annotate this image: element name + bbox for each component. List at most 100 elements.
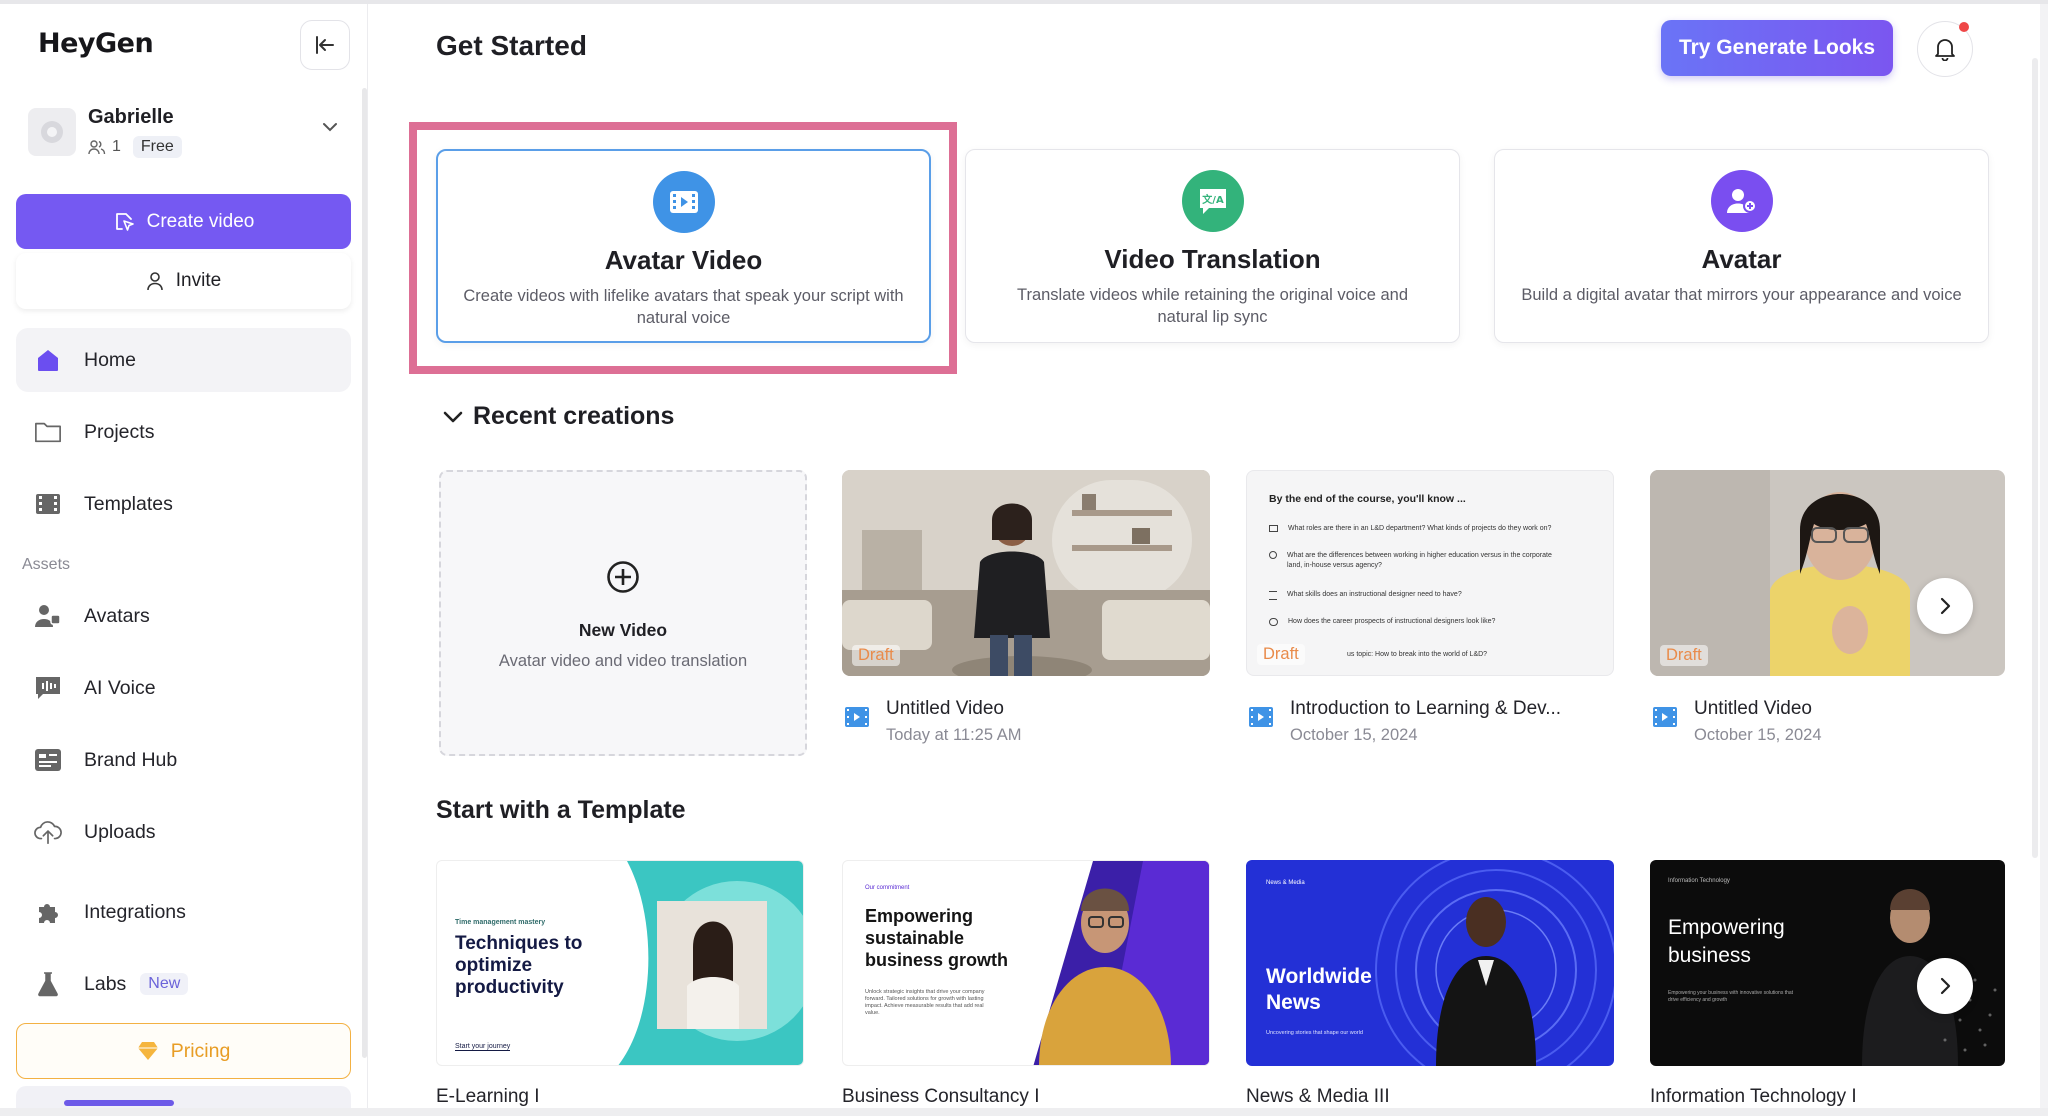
user-meta: 1 Free: [88, 136, 182, 158]
feature-description: Build a digital avatar that mirrors your…: [1521, 286, 1962, 304]
video-thumbnail[interactable]: By the end of the course, you'll know ..…: [1246, 470, 1614, 676]
sidebar-item-brand-hub[interactable]: Brand Hub: [16, 728, 351, 792]
pricing-button[interactable]: Pricing: [16, 1023, 351, 1079]
svg-text:文/A: 文/A: [1202, 193, 1224, 206]
sidebar-item-labs[interactable]: Labs New: [16, 952, 351, 1016]
feature-description: Create videos with lifelike avatars that…: [463, 287, 904, 327]
video-thumbnail[interactable]: Draft: [842, 470, 1210, 676]
sidebar-item-label: Avatars: [84, 604, 150, 627]
slide-line: What are the differences between working…: [1269, 551, 1567, 571]
heygen-logo[interactable]: HeyGen: [38, 28, 154, 59]
sidebar-scrollbar[interactable]: [362, 88, 367, 1058]
template-headline: Empowering sustainable business growth: [865, 906, 1009, 970]
invite-button[interactable]: Invite: [16, 253, 351, 309]
flask-icon: [34, 970, 62, 998]
pricing-label: Pricing: [170, 1039, 231, 1062]
diamond-icon: [137, 1042, 158, 1060]
main-scrollbar[interactable]: [2032, 58, 2038, 858]
collapse-sidebar-button[interactable]: [300, 20, 350, 70]
plan-badge: Free: [132, 136, 182, 158]
sidebar-item-projects[interactable]: Projects: [16, 400, 351, 464]
cursor-icon: [115, 212, 134, 231]
new-badge: New: [140, 973, 189, 995]
translate-icon: 文/A: [1181, 170, 1244, 232]
recent-next-button[interactable]: [1917, 578, 1973, 634]
template-thumbnail[interactable]: Time management mastery Techniques to op…: [436, 860, 804, 1066]
template-card-e-learning[interactable]: Time management mastery Techniques to op…: [436, 860, 804, 1108]
feature-title: Video Translation: [1104, 244, 1321, 274]
template-name: Information Technology I: [1650, 1086, 1857, 1107]
template-thumbnail[interactable]: News & Media Worldwide News Uncovering s…: [1246, 860, 1614, 1066]
recent-creations-toggle[interactable]: Recent creations: [443, 402, 674, 431]
chevron-down-icon: [323, 123, 337, 132]
template-card-business-consultancy[interactable]: Our commitment Empowering sustainable bu…: [842, 860, 1210, 1108]
draft-badge: Draft: [852, 645, 900, 666]
sidebar-item-ai-voice[interactable]: AI Voice: [16, 656, 351, 720]
avatar: [28, 108, 76, 156]
member-count: 1: [112, 138, 121, 155]
slide-line: How does the career prospects of instruc…: [1269, 618, 1495, 626]
template-footer: Uncovering stories that shape our world: [1266, 1030, 1363, 1036]
template-thumbnail[interactable]: Our commitment Empowering sustainable bu…: [842, 860, 1210, 1066]
sidebar: HeyGen Gabrielle 1 Free Create video Inv…: [0, 0, 368, 1116]
feature-title: Avatar Video: [604, 245, 763, 275]
template-card-news-media[interactable]: News & Media Worldwide News Uncovering s…: [1246, 860, 1614, 1108]
sidebar-item-label: Projects: [84, 420, 155, 443]
create-video-button[interactable]: Create video: [16, 194, 351, 249]
chevron-right-icon: [1940, 977, 1951, 995]
recent-title: Untitled Video: [1694, 698, 1812, 719]
sidebar-item-avatars[interactable]: Avatars: [16, 584, 351, 648]
person-icon: [146, 272, 163, 291]
template-kicker: Information Technology: [1668, 878, 1730, 884]
feature-title: Avatar: [1701, 244, 1782, 274]
chevron-right-icon: [1940, 597, 1951, 615]
plus-circle-icon: [607, 561, 639, 593]
try-generate-looks-button[interactable]: Try Generate Looks: [1661, 20, 1893, 76]
notification-dot: [1959, 22, 1969, 32]
template-kicker: News & Media: [1266, 880, 1305, 886]
sidebar-item-integrations[interactable]: Integrations: [16, 880, 351, 944]
slide-heading: By the end of the course, you'll know ..…: [1269, 493, 1466, 505]
new-video-card[interactable]: New Video Avatar video and video transla…: [439, 470, 807, 756]
workspace-switcher[interactable]: Gabrielle 1 Free: [28, 100, 346, 164]
recent-item[interactable]: By the end of the course, you'll know ..…: [1246, 470, 1614, 746]
draft-badge: Draft: [1660, 645, 1708, 666]
template-kicker: Our commitment: [865, 885, 910, 891]
recent-title: Introduction to Learning & Dev...: [1290, 698, 1562, 719]
avatar-video-card[interactable]: Avatar Video Create videos with lifelike…: [436, 149, 931, 343]
sidebar-item-label: Templates: [84, 492, 173, 515]
avatar-placeholder-icon: [41, 121, 63, 143]
templates-next-button[interactable]: [1917, 958, 1973, 1014]
video-translation-card[interactable]: 文/A Video Translation Translate videos w…: [965, 149, 1460, 343]
slide-line: What skills does an instructional design…: [1269, 591, 1462, 600]
recent-date: October 15, 2024: [1694, 726, 1822, 744]
template-headline: Empowering business: [1668, 916, 1785, 967]
cloud-upload-icon: [34, 818, 62, 846]
sidebar-item-templates[interactable]: Templates: [16, 472, 351, 536]
video-thumbnail[interactable]: Draft: [1650, 470, 2005, 676]
sidebar-item-label: Labs: [84, 972, 127, 995]
window-bottom-edge: [0, 1108, 2048, 1116]
sidebar-item-label: Home: [84, 348, 137, 371]
template-section-heading: Start with a Template: [436, 796, 686, 825]
create-video-label: Create video: [146, 210, 255, 232]
recent-date: Today at 11:25 AM: [886, 726, 1022, 744]
template-name: News & Media III: [1246, 1086, 1390, 1107]
folder-icon: [34, 418, 62, 446]
sidebar-item-label: Brand Hub: [84, 748, 178, 771]
avatar-card[interactable]: Avatar Build a digital avatar that mirro…: [1494, 149, 1989, 343]
draft-badge: Draft: [1257, 644, 1305, 665]
puzzle-icon: [34, 898, 62, 926]
recent-item[interactable]: Draft Untitled Video Today at 11:25 AM: [842, 470, 1210, 746]
template-kicker: Time management mastery: [455, 919, 546, 926]
sidebar-item-uploads[interactable]: Uploads: [16, 800, 351, 864]
video-icon: [1249, 707, 1273, 727]
top-border: [0, 0, 2048, 4]
template-footer: Empowering your business with innovative…: [1668, 990, 1794, 1003]
brand-icon: [34, 746, 62, 774]
sidebar-item-home[interactable]: Home: [16, 328, 351, 392]
template-headline: Techniques to optimize productivity: [455, 933, 583, 998]
recent-date: October 15, 2024: [1290, 726, 1418, 744]
sidebar-item-label: Integrations: [84, 900, 186, 923]
template-headline: Worldwide News: [1266, 965, 1372, 1014]
